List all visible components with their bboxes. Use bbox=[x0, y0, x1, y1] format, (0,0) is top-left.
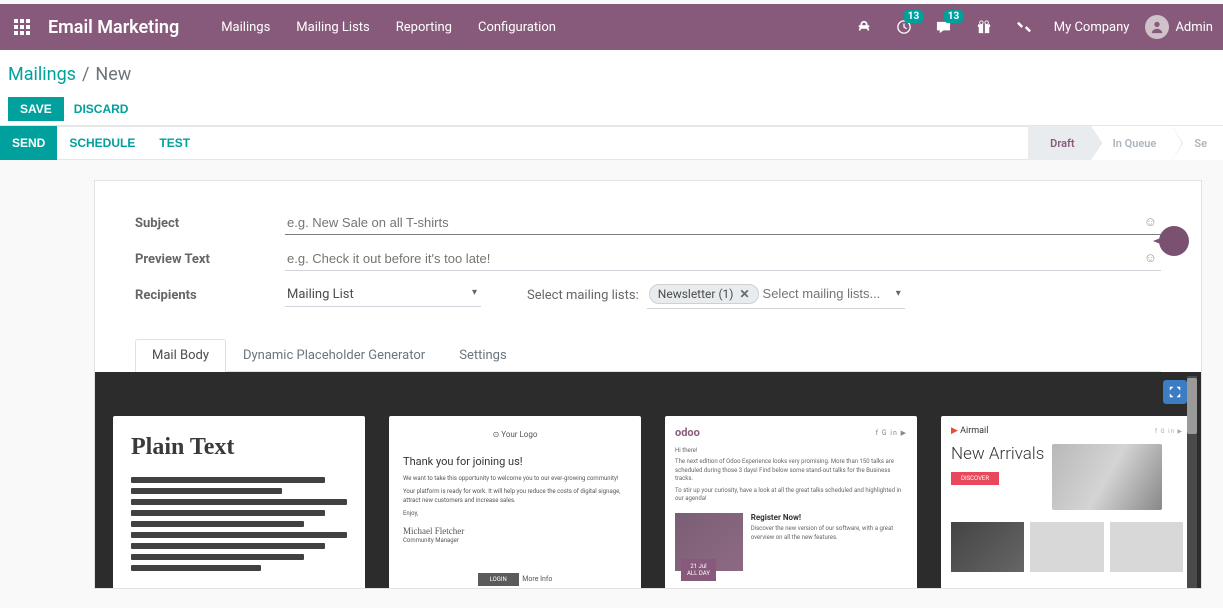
tag-remove-icon[interactable]: ✕ bbox=[739, 287, 749, 301]
debug-icon[interactable] bbox=[850, 4, 878, 50]
discard-button[interactable]: Discard bbox=[74, 102, 129, 116]
app-brand[interactable]: Email Marketing bbox=[48, 17, 179, 38]
menu-reporting[interactable]: Reporting bbox=[384, 4, 464, 50]
template-event[interactable]: odoo f G in ▶ Hi there! The next edition… bbox=[665, 416, 917, 588]
template-welcome[interactable]: Your Logo Thank you for joining us! We w… bbox=[389, 416, 641, 588]
send-button[interactable]: Send bbox=[0, 126, 57, 160]
tpl2-role: Community Manager bbox=[403, 536, 627, 545]
tabs: Mail Body Dynamic Placeholder Generator … bbox=[135, 339, 1161, 372]
mailing-lists-input[interactable] bbox=[763, 286, 893, 301]
tpl2-login: LOGIN bbox=[478, 573, 519, 586]
gallery-scroll-thumb[interactable] bbox=[1187, 378, 1197, 434]
breadcrumb-current: New bbox=[95, 64, 131, 85]
tpl4-hero-image bbox=[1052, 444, 1162, 510]
avatar-icon bbox=[1145, 15, 1169, 39]
status-in-queue[interactable]: In Queue bbox=[1091, 126, 1173, 160]
breadcrumb-sep: / bbox=[82, 64, 89, 85]
tpl4-discover: DISCOVER bbox=[951, 472, 999, 485]
actionbar: Send Schedule Test Draft In Queue Se bbox=[0, 126, 1223, 160]
recipients-label: Recipients bbox=[135, 288, 285, 303]
subject-label: Subject bbox=[135, 216, 285, 231]
tab-mail-body[interactable]: Mail Body bbox=[135, 339, 226, 372]
tpl3-event-title: Register Now! bbox=[751, 513, 907, 522]
tpl4-brand: Airmail bbox=[951, 426, 988, 436]
recipients-select[interactable]: Mailing List bbox=[285, 283, 481, 307]
tpl3-social: f G in ▶ bbox=[876, 429, 907, 437]
breadcrumb-root[interactable]: Mailings bbox=[8, 64, 76, 85]
tpl4-grid-3 bbox=[1110, 522, 1183, 572]
activities-badge: 13 bbox=[904, 10, 923, 23]
tpl3-p1: The next edition of Odoo Experience look… bbox=[675, 458, 907, 483]
tpl2-title: Thank you for joining us! bbox=[403, 455, 627, 468]
template-newarrivals[interactable]: Airmail f G in ▶ New Arrivals DISCOVER bbox=[941, 416, 1193, 588]
template-gallery: Plain Text Your Logo Thank you for joini… bbox=[95, 372, 1201, 588]
save-button[interactable]: Save bbox=[8, 97, 64, 121]
menu-configuration[interactable]: Configuration bbox=[466, 4, 568, 50]
menu-mailing-lists[interactable]: Mailing Lists bbox=[284, 4, 381, 50]
tpl2-p1: We want to take this opportunity to welc… bbox=[403, 474, 627, 483]
control-panel: Mailings / New Save Discard bbox=[0, 50, 1223, 126]
tag-label: Newsletter (1) bbox=[658, 287, 734, 301]
template-title: Plain Text bbox=[131, 434, 347, 461]
status-draft[interactable]: Draft bbox=[1028, 126, 1090, 160]
tpl4-social: f G in ▶ bbox=[1155, 428, 1183, 435]
preview-label: Preview Text bbox=[135, 252, 285, 267]
mailing-lists-tags[interactable]: Newsletter (1) ✕ bbox=[647, 282, 905, 309]
tpl3-hi: Hi there! bbox=[675, 447, 907, 455]
form-sheet: Subject ☺ Preview Text ☺ Recipients Mail… bbox=[94, 180, 1202, 589]
select-lists-label: Select mailing lists: bbox=[527, 288, 639, 303]
statusbar: Draft In Queue Se bbox=[1028, 126, 1223, 160]
subject-input[interactable] bbox=[285, 211, 1161, 235]
tpl3-event-image: 21 JulALL DAY bbox=[675, 513, 743, 571]
test-button[interactable]: Test bbox=[147, 126, 202, 160]
tpl4-grid-2 bbox=[1030, 522, 1103, 572]
tour-pointer-icon[interactable] bbox=[1155, 226, 1189, 256]
expand-icon[interactable] bbox=[1163, 380, 1187, 404]
messages-icon[interactable]: 13 bbox=[930, 4, 958, 50]
gift-icon[interactable] bbox=[970, 4, 998, 50]
breadcrumb: Mailings / New bbox=[8, 64, 1215, 85]
tpl2-logo: Your Logo bbox=[403, 430, 627, 439]
tab-dynamic-placeholder[interactable]: Dynamic Placeholder Generator bbox=[226, 339, 442, 372]
apps-icon[interactable] bbox=[6, 4, 38, 50]
tpl3-p2: To stir up your curiosity, have a look a… bbox=[675, 487, 907, 504]
menu-mailings[interactable]: Mailings bbox=[209, 4, 282, 50]
user-menu[interactable]: Admin bbox=[1145, 15, 1213, 39]
tpl2-more: More Info bbox=[522, 575, 552, 583]
tpl2-p2: Your platform is ready for work. It will… bbox=[403, 487, 627, 505]
gallery-scrollbar[interactable] bbox=[1187, 376, 1197, 588]
tpl3-brand: odoo bbox=[675, 426, 700, 439]
user-name: Admin bbox=[1175, 20, 1213, 35]
tag-newsletter[interactable]: Newsletter (1) ✕ bbox=[649, 284, 759, 304]
schedule-button[interactable]: Schedule bbox=[57, 126, 147, 160]
template-plain-text[interactable]: Plain Text bbox=[113, 416, 365, 588]
main-menu: Mailings Mailing Lists Reporting Configu… bbox=[209, 4, 568, 50]
topnav: Email Marketing Mailings Mailing Lists R… bbox=[0, 4, 1223, 50]
tpl3-date-badge: 21 JulALL DAY bbox=[681, 559, 716, 581]
preview-input[interactable] bbox=[285, 247, 1161, 271]
company-name[interactable]: My Company bbox=[1054, 20, 1130, 35]
tpl4-grid-1 bbox=[951, 522, 1024, 572]
activities-icon[interactable]: 13 bbox=[890, 4, 918, 50]
tab-settings[interactable]: Settings bbox=[442, 339, 523, 372]
tpl2-sig: Michael Fletcher bbox=[403, 526, 627, 536]
tools-icon[interactable] bbox=[1010, 4, 1038, 50]
messages-badge: 13 bbox=[944, 10, 963, 23]
tpl2-p3: Enjoy, bbox=[403, 509, 627, 518]
tpl4-title: New Arrivals bbox=[951, 444, 1044, 464]
tpl3-event-desc: Discover the new version of our software… bbox=[751, 525, 907, 542]
